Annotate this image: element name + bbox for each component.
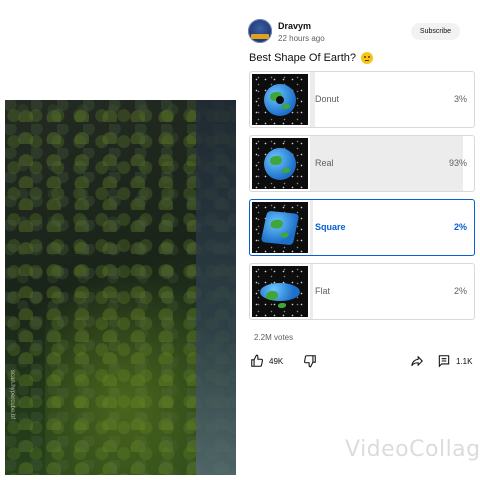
poll-question: Best Shape Of Earth? xyxy=(249,52,374,64)
poll-option-square[interactable]: Square 2% xyxy=(249,199,475,256)
poll-option-label: Donut xyxy=(315,94,340,104)
poll-option-donut[interactable]: Donut 3% xyxy=(249,71,475,128)
donut-earth-image xyxy=(252,74,308,125)
comment-count: 1.1K xyxy=(456,356,473,366)
avatar-badge xyxy=(251,34,269,39)
subscribe-button[interactable]: Subscribe xyxy=(411,23,460,40)
like-button[interactable]: 49K xyxy=(250,352,283,370)
poll-option-bar xyxy=(310,200,313,255)
poll-option-percent: 2% xyxy=(453,286,467,296)
poll-option-percent: 3% xyxy=(453,94,467,104)
video-edge-text: scan.hypercube.bf xyxy=(9,370,15,420)
poll-question-text: Best Shape Of Earth? xyxy=(249,52,357,64)
river-strip xyxy=(196,100,236,475)
comments-button[interactable]: 1.1K xyxy=(437,352,472,370)
poll-option-label: Real xyxy=(315,158,334,168)
flat-earth-image xyxy=(252,266,308,317)
poll-option-bar xyxy=(310,264,313,319)
channel-name[interactable]: Dravym xyxy=(278,21,311,31)
watermark: VideoCollage xyxy=(345,437,480,462)
thinking-face-icon xyxy=(361,52,374,64)
round-earth-image xyxy=(252,138,308,189)
poll-option-label: Flat xyxy=(315,286,331,296)
share-icon xyxy=(411,355,423,367)
poll-option-real[interactable]: Real 93% xyxy=(249,135,475,192)
video-thumbnail[interactable]: scan.hypercube.bf xyxy=(5,100,236,475)
channel-header: Dravym 22 hours ago Subscribe xyxy=(248,19,476,49)
dislike-button[interactable] xyxy=(303,352,317,370)
poll-option-percent: 2% xyxy=(453,222,467,232)
like-count: 49K xyxy=(269,356,284,366)
poll-option-percent: 93% xyxy=(448,158,467,168)
poll-option-flat[interactable]: Flat 2% xyxy=(249,263,475,320)
thumbs-down-icon xyxy=(304,355,316,368)
share-button[interactable] xyxy=(410,352,424,370)
comment-icon xyxy=(438,355,450,368)
poll-option-label: Square xyxy=(315,222,346,232)
post-time: 22 hours ago xyxy=(278,34,325,43)
cube-earth-image xyxy=(252,202,308,253)
vote-count: 2.2M votes xyxy=(254,333,294,342)
channel-avatar[interactable] xyxy=(248,19,272,43)
thumbs-up-icon xyxy=(251,354,263,367)
